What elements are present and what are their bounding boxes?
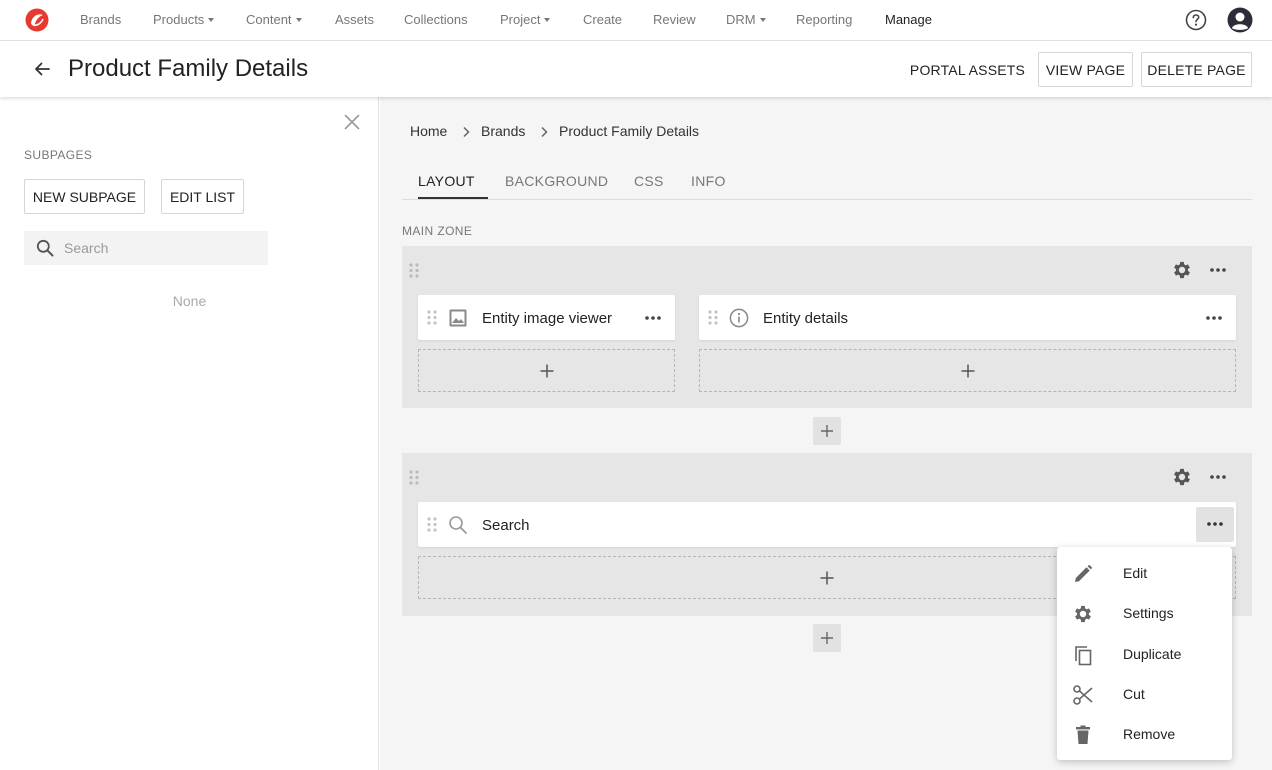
search-icon: [448, 515, 468, 535]
drag-handle-icon[interactable]: [427, 310, 437, 325]
menu-item-label: Cut: [1123, 686, 1145, 702]
zone-label: MAIN ZONE: [402, 224, 473, 238]
component-label: Search: [482, 517, 530, 534]
component-context-menu: Edit Settings Duplicate Cut Remove: [1057, 547, 1232, 760]
arrow-left-icon[interactable]: [32, 59, 52, 79]
drag-handle-icon[interactable]: [409, 263, 419, 278]
subpages-sidebar: SUBPAGES NEW SUBPAGE EDIT LIST None: [0, 97, 379, 770]
layout-section: Entity image viewer Entity details: [402, 246, 1252, 408]
add-component-dropzone[interactable]: [699, 349, 1236, 392]
subpage-search-input[interactable]: [64, 231, 264, 265]
gear-icon: [1072, 603, 1094, 625]
tab-background[interactable]: BACKGROUND: [505, 173, 608, 189]
menu-item-duplicate[interactable]: Duplicate: [1057, 634, 1232, 674]
component-card[interactable]: Entity details: [699, 295, 1236, 340]
top-navigation-bar: Brands Products Content Assets Collectio…: [0, 0, 1272, 41]
drag-handle-icon[interactable]: [427, 517, 437, 532]
image-icon: [448, 308, 468, 328]
menu-item-label: Remove: [1123, 726, 1176, 742]
nav-item-project[interactable]: Project: [500, 12, 551, 27]
menu-item-label: Settings: [1123, 605, 1174, 621]
active-tab-indicator: [418, 197, 488, 199]
new-subpage-button[interactable]: NEW SUBPAGE: [24, 179, 145, 214]
menu-item-label: Duplicate: [1123, 646, 1182, 662]
plus-icon: [821, 632, 833, 644]
brand-logo-icon[interactable]: [24, 7, 50, 33]
drag-handle-icon[interactable]: [708, 310, 718, 325]
more-horizontal-icon[interactable]: [1208, 467, 1228, 487]
page-header: Product Family Details PORTAL ASSETS VIE…: [0, 41, 1272, 97]
menu-item-remove[interactable]: Remove: [1057, 714, 1232, 754]
subpage-search-box: [24, 231, 268, 265]
breadcrumb-home[interactable]: Home: [410, 123, 447, 139]
help-circle-icon[interactable]: [1185, 9, 1207, 31]
trash-icon: [1072, 724, 1094, 746]
menu-item-label: Edit: [1123, 565, 1148, 581]
chevron-down-icon: [544, 18, 551, 22]
more-horizontal-icon[interactable]: [1208, 260, 1228, 280]
nav-item-manage[interactable]: Manage: [885, 12, 932, 27]
plus-icon: [820, 571, 834, 584]
tab-info[interactable]: INFO: [691, 173, 726, 189]
chevron-right-icon: [459, 125, 473, 139]
user-avatar-icon[interactable]: [1227, 7, 1253, 33]
chevron-down-icon: [295, 18, 302, 22]
component-card[interactable]: Search: [418, 502, 1236, 547]
add-section-button[interactable]: [813, 624, 841, 652]
page-title: Product Family Details: [68, 55, 309, 82]
component-card[interactable]: Entity image viewer: [418, 295, 675, 340]
tab-layout[interactable]: LAYOUT: [418, 173, 475, 189]
nav-item-create[interactable]: Create: [583, 12, 622, 27]
nav-item-collections[interactable]: Collections: [404, 12, 468, 27]
add-section-button[interactable]: [813, 417, 841, 445]
menu-item-edit[interactable]: Edit: [1057, 553, 1232, 593]
close-icon[interactable]: [343, 113, 361, 131]
chevron-down-icon: [208, 18, 215, 22]
menu-item-cut[interactable]: Cut: [1057, 674, 1232, 714]
scissors-icon: [1072, 684, 1094, 706]
drag-handle-icon[interactable]: [409, 470, 419, 485]
nav-item-brands[interactable]: Brands: [80, 12, 121, 27]
nav-item-content[interactable]: Content: [246, 12, 302, 27]
breadcrumb-current: Product Family Details: [559, 123, 700, 139]
empty-list-text: None: [172, 293, 207, 309]
subpages-heading: SUBPAGES: [24, 148, 93, 162]
chevron-down-icon: [759, 18, 766, 22]
nav-item-products[interactable]: Products: [153, 12, 215, 27]
plus-icon: [821, 425, 833, 437]
nav-item-review[interactable]: Review: [653, 12, 696, 27]
nav-item-reporting[interactable]: Reporting: [796, 12, 852, 27]
tab-css[interactable]: CSS: [634, 173, 664, 189]
plus-icon: [961, 364, 974, 377]
breadcrumb-brands[interactable]: Brands: [481, 123, 525, 139]
more-horizontal-icon[interactable]: [1203, 307, 1225, 329]
gear-icon[interactable]: [1171, 466, 1193, 488]
plus-icon: [540, 364, 553, 377]
portal-assets-button[interactable]: PORTAL ASSETS: [905, 52, 1030, 87]
copy-icon: [1072, 644, 1094, 666]
search-icon: [36, 239, 54, 257]
view-page-button[interactable]: VIEW PAGE: [1038, 52, 1133, 87]
pencil-icon: [1072, 563, 1094, 585]
info-icon: [729, 308, 749, 328]
component-label: Entity image viewer: [482, 310, 613, 327]
nav-item-drm[interactable]: DRM: [726, 12, 766, 27]
menu-item-settings[interactable]: Settings: [1057, 593, 1232, 633]
more-horizontal-icon[interactable]: [642, 307, 664, 329]
chevron-right-icon: [537, 125, 551, 139]
delete-page-button[interactable]: DELETE PAGE: [1141, 52, 1252, 87]
add-component-dropzone[interactable]: [418, 349, 675, 392]
gear-icon[interactable]: [1171, 259, 1193, 281]
editor-tabs: LAYOUT BACKGROUND CSS INFO: [402, 157, 1252, 200]
more-horizontal-icon[interactable]: [1196, 507, 1234, 542]
edit-list-button[interactable]: EDIT LIST: [161, 179, 244, 214]
nav-item-assets[interactable]: Assets: [335, 12, 374, 27]
component-label: Entity details: [763, 310, 849, 327]
